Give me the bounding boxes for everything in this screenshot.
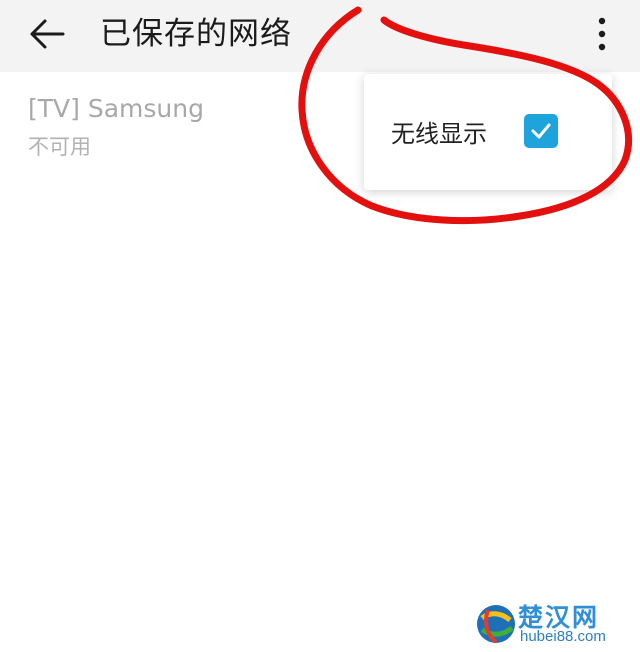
app-bar: 已保存的网络 (0, 0, 640, 72)
arrow-left-icon (30, 19, 65, 49)
more-options-button[interactable] (584, 12, 620, 56)
network-name: [TV] Samsung (28, 94, 204, 123)
menu-item-label: 无线显示 (391, 120, 487, 148)
back-button[interactable] (22, 12, 72, 56)
checkmark-icon (531, 123, 551, 139)
globe-logo-icon (477, 605, 515, 644)
more-vertical-icon (598, 17, 606, 51)
menu-item-wireless-display[interactable]: 无线显示 (364, 74, 612, 190)
network-status: 不可用 (28, 135, 91, 159)
overflow-menu: 无线显示 (364, 74, 612, 190)
watermark-url: hubei88.com (520, 628, 606, 645)
page-title: 已保存的网络 (100, 16, 292, 52)
wireless-display-checkbox[interactable] (524, 114, 558, 148)
site-watermark: 楚汉网 hubei88.com (470, 598, 636, 648)
